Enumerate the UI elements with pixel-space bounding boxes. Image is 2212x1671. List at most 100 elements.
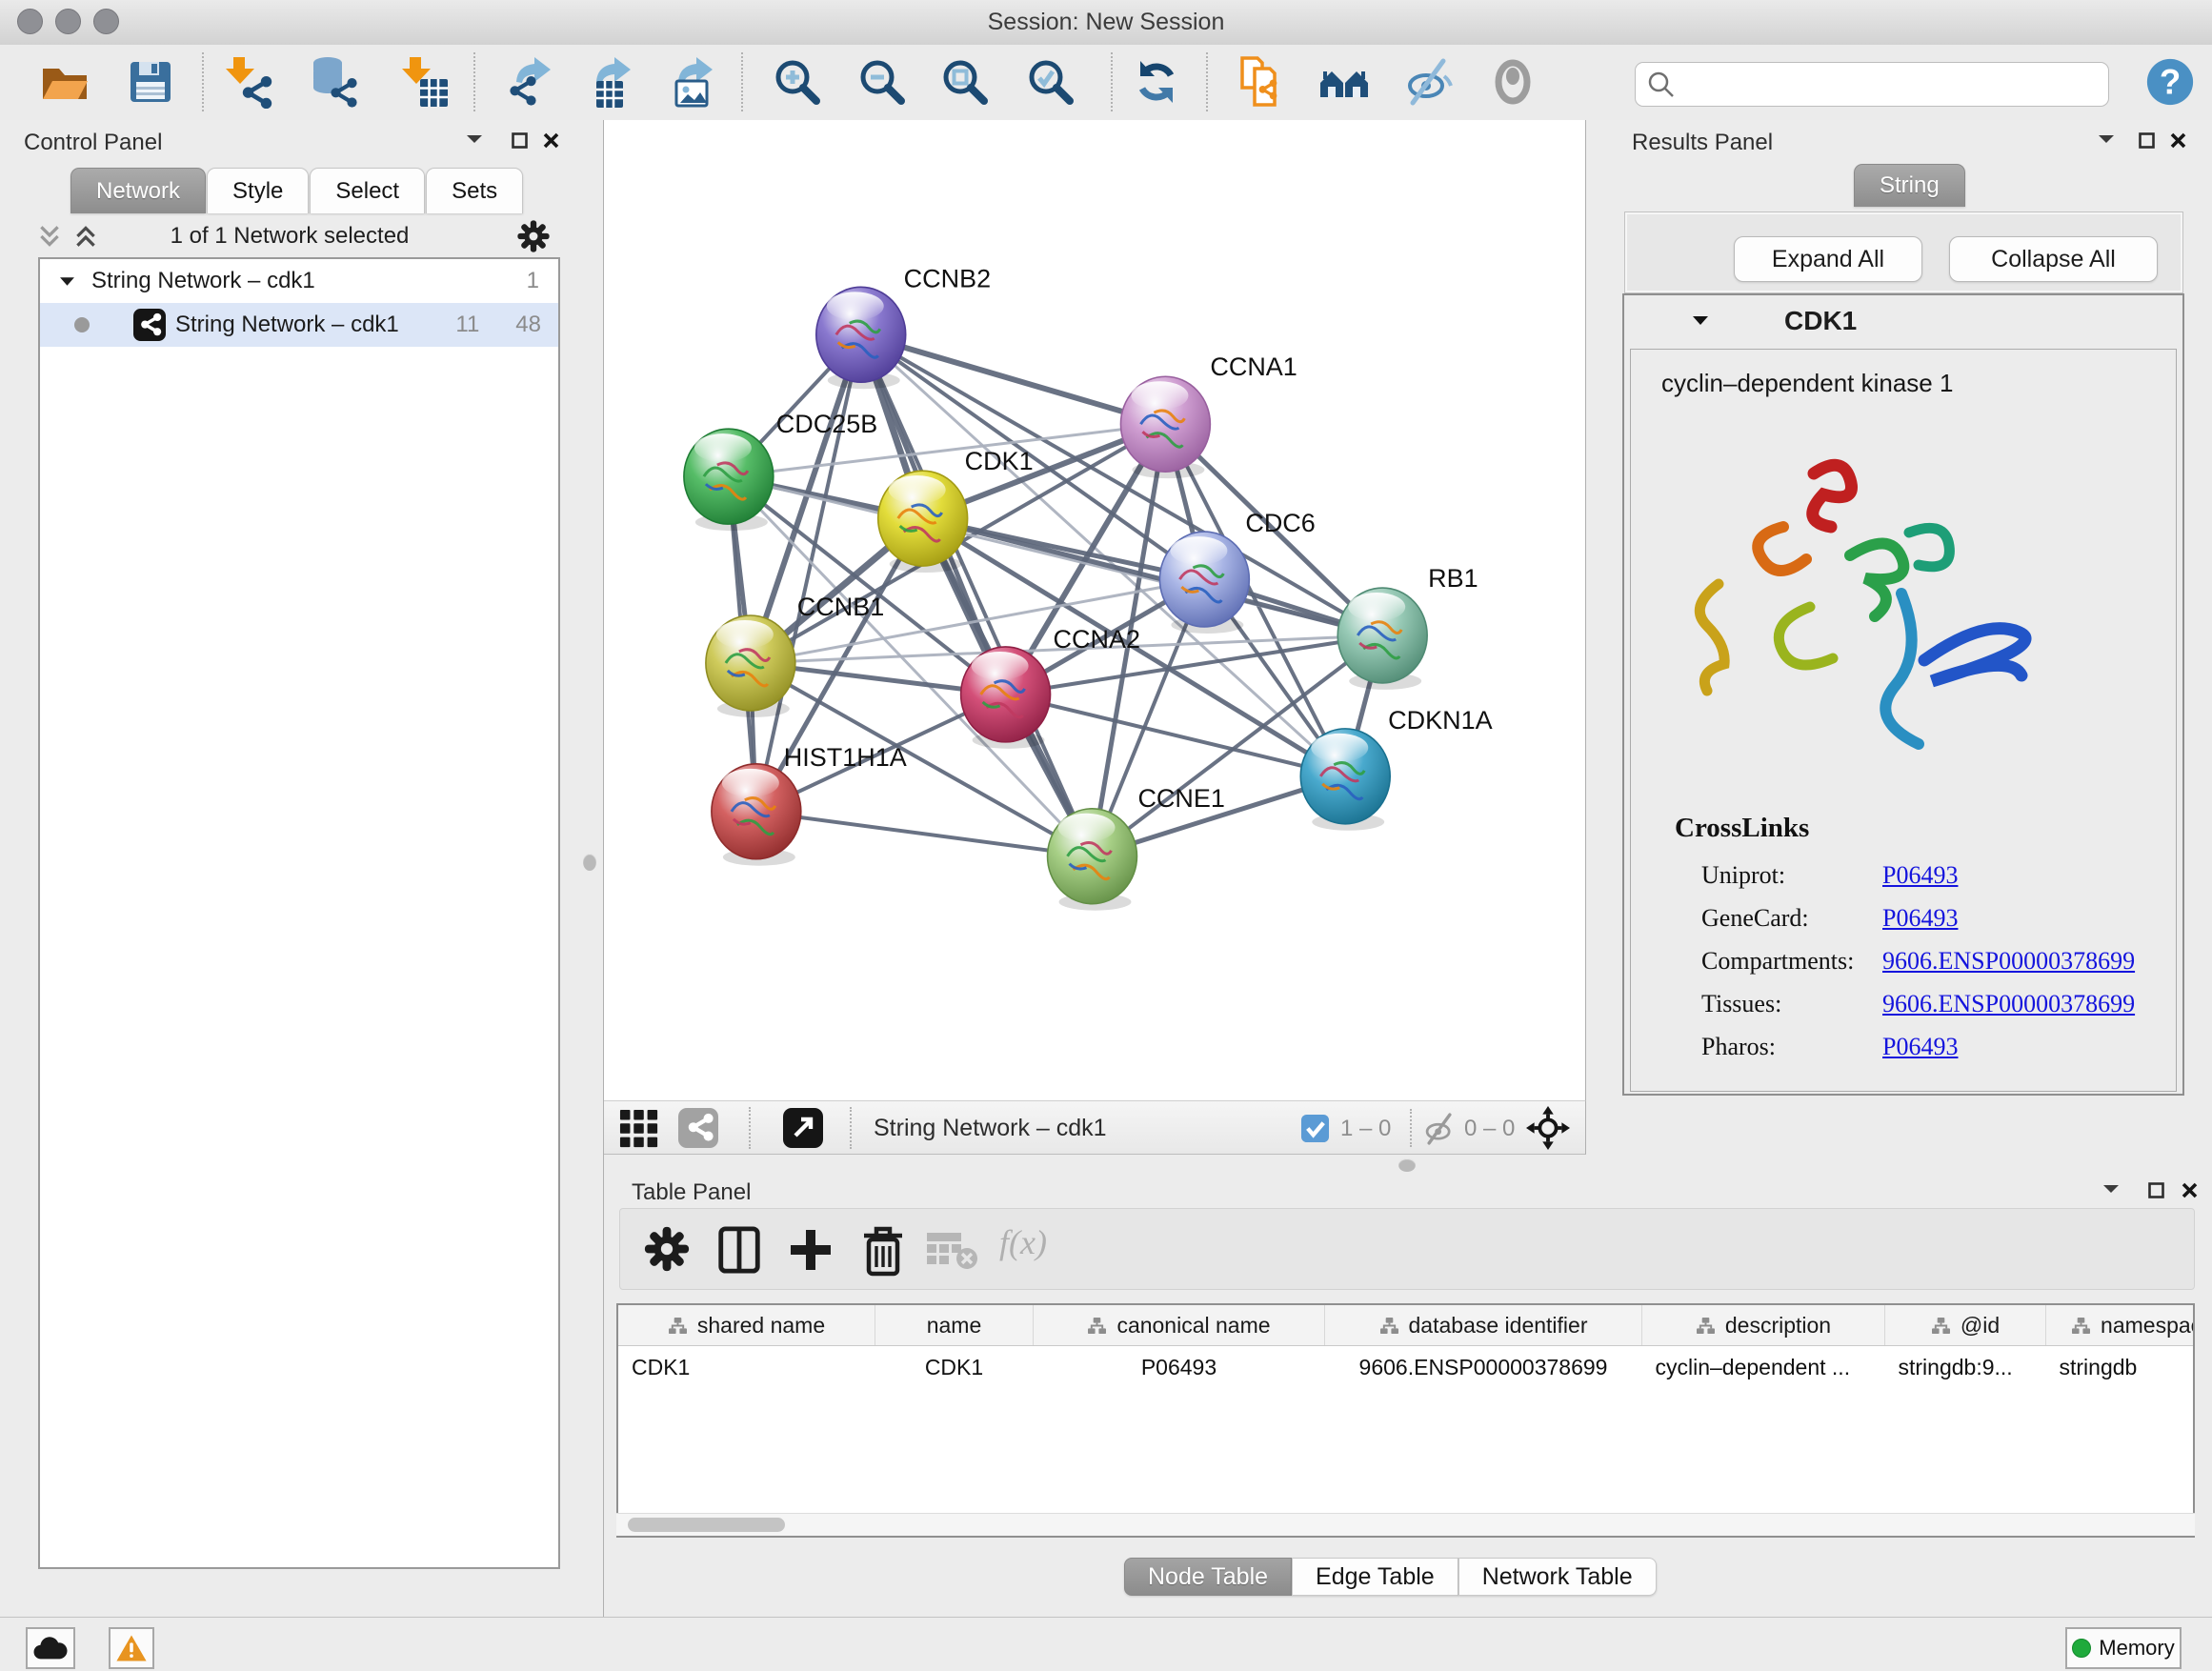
selected-checkbox-icon[interactable] — [1300, 1114, 1330, 1143]
create-column-icon[interactable] — [786, 1225, 835, 1275]
results-panel-close-icon[interactable] — [2168, 131, 2188, 151]
export-image-icon[interactable] — [665, 55, 718, 109]
birds-eye-view-icon[interactable] — [783, 1108, 823, 1148]
svg-text:?: ? — [2160, 63, 2181, 102]
network-options-gear-icon[interactable] — [516, 219, 551, 253]
results-panel-float-icon[interactable] — [2137, 131, 2157, 151]
zoom-fit-icon[interactable] — [938, 55, 992, 109]
control-panel-close-icon[interactable] — [541, 131, 561, 151]
left-splitter-handle[interactable] — [583, 854, 596, 871]
node-ccnb1[interactable]: CCNB1 — [706, 593, 884, 717]
collection-caret-icon[interactable] — [59, 275, 75, 288]
tab-node-table[interactable]: Node Table — [1124, 1558, 1292, 1596]
crosshair-icon[interactable] — [1526, 1106, 1570, 1150]
table-cell: cyclin–dependent ... — [1642, 1346, 1885, 1389]
delete-column-icon[interactable] — [860, 1225, 906, 1277]
crosslink-link[interactable]: P06493 — [1882, 1033, 1958, 1061]
control-panel-menu-icon[interactable] — [465, 133, 484, 146]
crosslink-row: Pharos:P06493 — [1675, 1033, 2135, 1061]
search-input[interactable] — [1685, 70, 2097, 99]
edge[interactable] — [756, 812, 1093, 856]
grid-view-icon[interactable] — [619, 1109, 659, 1149]
crosslink-link[interactable]: 9606.ENSP00000378699 — [1882, 990, 2135, 1018]
cloud-button[interactable] — [26, 1627, 75, 1669]
search-field[interactable] — [1635, 62, 2109, 107]
save-session-icon[interactable] — [124, 55, 177, 109]
import-table-icon[interactable] — [396, 55, 450, 109]
tab-sets[interactable]: Sets — [426, 168, 523, 213]
zoom-out-icon[interactable] — [855, 55, 909, 109]
table-panel-float-icon[interactable] — [2146, 1180, 2166, 1200]
tab-style[interactable]: Style — [207, 168, 309, 213]
network-row-selected[interactable]: String Network – cdk1 11 48 — [40, 303, 558, 347]
column-header-database-identifier[interactable]: database identifier — [1325, 1305, 1642, 1346]
network-canvas[interactable]: CCNB2CCNA1CDC25BCDK1CDC6RB1CCNB1CCNA2CDK… — [604, 120, 1586, 1100]
zoom-in-icon[interactable] — [771, 55, 824, 109]
edge[interactable] — [861, 334, 1093, 856]
node-ccnb2[interactable]: CCNB2 — [816, 264, 991, 389]
collapse-all-button[interactable]: Collapse All — [1949, 236, 2158, 282]
table-panel-close-icon[interactable] — [2180, 1180, 2200, 1200]
node-ccne1[interactable]: CCNE1 — [1048, 784, 1225, 911]
node-hist1h1a[interactable]: HIST1H1A — [712, 743, 907, 866]
control-panel-float-icon[interactable] — [510, 131, 530, 151]
tab-edge-table[interactable]: Edge Table — [1292, 1558, 1458, 1596]
network-share-toggle-icon[interactable] — [678, 1108, 718, 1148]
crosslink-link[interactable]: 9606.ENSP00000378699 — [1882, 947, 2135, 976]
node-ccna1[interactable]: CCNA1 — [1120, 352, 1297, 478]
node-label: CDC25B — [776, 410, 877, 438]
string-documents-icon[interactable] — [1236, 55, 1289, 109]
results-panel-menu-icon[interactable] — [2097, 133, 2116, 146]
edge[interactable] — [756, 334, 861, 812]
tab-string[interactable]: String — [1854, 164, 1965, 207]
node-cdk1[interactable]: CDK1 — [878, 447, 1034, 573]
export-table-icon[interactable] — [583, 55, 636, 109]
toolbar-separator — [741, 52, 743, 111]
table-horizontal-scrollbar[interactable] — [616, 1513, 2195, 1536]
refresh-icon[interactable] — [1130, 55, 1183, 109]
import-network-database-icon[interactable] — [305, 55, 358, 109]
node-cdkn1a[interactable]: CDKN1A — [1300, 706, 1492, 831]
memory-button[interactable]: Memory — [2065, 1627, 2182, 1669]
eye-slash-icon[interactable] — [1401, 55, 1455, 109]
open-session-icon[interactable] — [38, 55, 91, 109]
table-settings-gear-icon[interactable] — [643, 1225, 691, 1273]
crosslink-link[interactable]: P06493 — [1882, 861, 1958, 890]
column-header-description[interactable]: description — [1642, 1305, 1885, 1346]
column-header-shared-name[interactable]: shared name — [618, 1305, 875, 1346]
export-network-icon[interactable] — [503, 55, 556, 109]
tab-network-table[interactable]: Network Table — [1458, 1558, 1657, 1596]
entry-caret-icon[interactable] — [1691, 314, 1710, 328]
houses-icon[interactable] — [1317, 55, 1371, 109]
zoom-selected-icon[interactable] — [1024, 55, 1077, 109]
node-label: HIST1H1A — [784, 743, 907, 772]
table-panel-menu-icon[interactable] — [2101, 1183, 2121, 1196]
table-row[interactable]: CDK1CDK1P064939606.ENSP00000378699cyclin… — [618, 1346, 2195, 1389]
scrollbar-thumb[interactable] — [628, 1518, 785, 1532]
show-columns-icon[interactable] — [715, 1225, 763, 1275]
expand-all-button[interactable]: Expand All — [1734, 236, 1922, 282]
column-header--id[interactable]: @id — [1885, 1305, 2046, 1346]
network-collection-row[interactable]: String Network – cdk1 1 — [40, 259, 558, 303]
node-label: CCNB1 — [797, 593, 884, 621]
column-header-canonical-name[interactable]: canonical name — [1034, 1305, 1325, 1346]
protein-structure-image — [1669, 433, 2050, 795]
node-entry-header[interactable]: CDK1 — [1624, 295, 2182, 347]
search-icon — [1647, 70, 1676, 99]
edge[interactable] — [861, 334, 1166, 424]
node-table[interactable]: shared namenamecanonical namedatabase id… — [616, 1303, 2195, 1538]
tab-network[interactable]: Network — [70, 168, 206, 213]
tab-select[interactable]: Select — [310, 168, 425, 213]
column-header-namespace[interactable]: namespace — [2046, 1305, 2196, 1346]
status-bar: Memory — [0, 1617, 2212, 1671]
bottom-splitter-handle[interactable] — [1398, 1158, 1416, 1172]
crosslink-link[interactable]: P06493 — [1882, 904, 1958, 933]
column-header-name[interactable]: name — [875, 1305, 1034, 1346]
import-network-file-icon[interactable] — [220, 55, 273, 109]
toolbar-separator — [1206, 52, 1208, 111]
table-type-tabs: Node TableEdge TableNetwork Table — [1124, 1558, 1657, 1596]
expand-collapse-box: Expand All Collapse All — [1624, 211, 2183, 293]
node-rb1[interactable]: RB1 — [1337, 564, 1478, 690]
warning-button[interactable] — [109, 1627, 154, 1669]
help-button[interactable]: ? — [2144, 56, 2196, 108]
